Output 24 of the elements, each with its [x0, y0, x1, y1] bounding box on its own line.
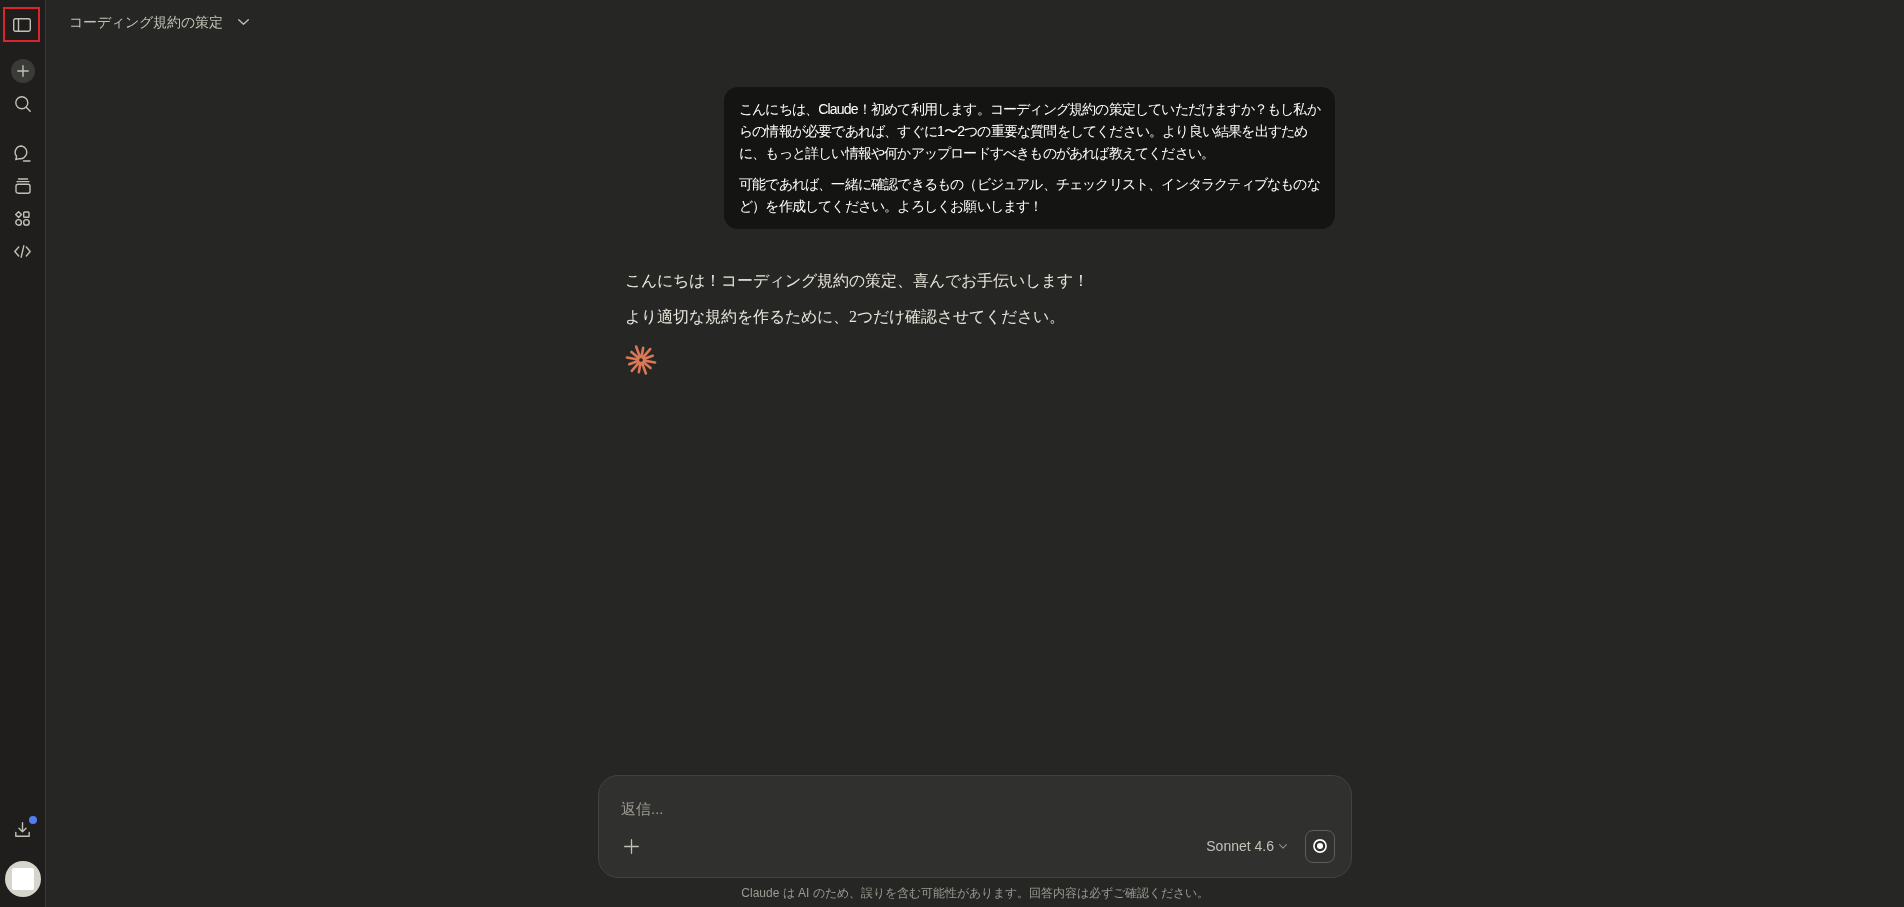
code-icon: [14, 244, 31, 258]
message-composer[interactable]: 返信... Sonnet 4.6: [598, 775, 1352, 878]
response-text: より適切な規約を作るために、2つだけ確認させてください。: [625, 307, 1066, 327]
model-selector-button[interactable]: Sonnet 4.6: [1206, 832, 1287, 860]
plus-icon: [623, 838, 639, 854]
avatar-icon: [4, 861, 41, 897]
download-icon: [15, 821, 30, 837]
sidebar-toggle-icon: [12, 17, 31, 32]
stack-icon: [14, 178, 31, 194]
record-button[interactable]: [1305, 829, 1335, 863]
chevron-down-icon: [238, 19, 249, 25]
search-icon: [14, 96, 31, 112]
chevron-down-icon: [1279, 843, 1287, 849]
message-text: こんにちは、Claude！初めて利用します。コーディング規約の策定していただけますか？もし私からの情報が必要であれば、すぐに1〜2つの重要な質問をしてください。より良い結果を出すために、もっと詳しい情報や何かアップロードすべきものがあれば教えてください。: [739, 100, 1322, 163]
shapes-icon: [15, 210, 30, 226]
response-text: こんにちは！コーディング規約の策定、喜んでお手伝いします！: [625, 271, 1090, 291]
plus-icon: [16, 65, 29, 77]
chat-title-button[interactable]: コーディング規約の策定: [69, 8, 249, 36]
chat-bubble-icon: [14, 144, 31, 162]
avatar-button[interactable]: [4, 861, 41, 897]
message-text: 可能であれば、一緒に確認できるもの（ビジュアル、チェックリスト、インタラクティブなものなど）を作成してください。よろしくお願いします！: [739, 175, 1321, 216]
new-chat-button[interactable]: [10, 59, 35, 83]
record-icon: [1313, 839, 1327, 853]
disclaimer-text: Claude は AI のため、誤りを含む可能性があります。回答内容は必ずご確認ください。: [741, 885, 1209, 902]
